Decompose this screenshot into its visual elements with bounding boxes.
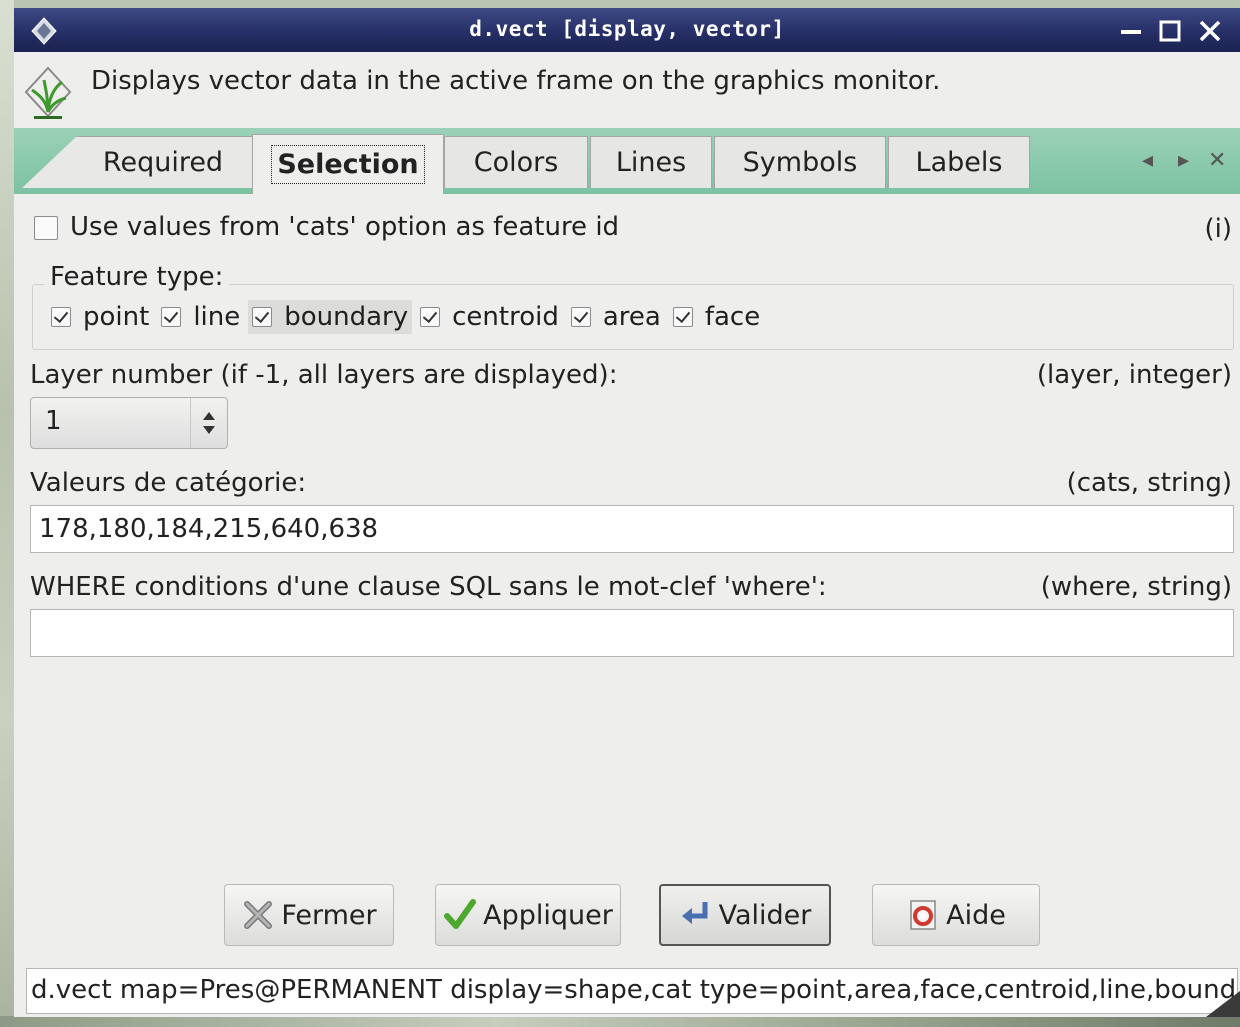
tab-lines[interactable]: Lines (590, 136, 712, 188)
tab-symbols-label: Symbols (742, 147, 858, 178)
layer-label: Layer number (if -1, all layers are disp… (30, 360, 618, 390)
cats-input[interactable] (30, 505, 1234, 553)
tab-lines-label: Lines (615, 147, 687, 178)
grass-logo-icon (24, 66, 72, 119)
close-button[interactable]: Fermer (224, 884, 394, 946)
resize-grip-icon[interactable] (1206, 991, 1240, 1017)
feature-type-line[interactable]: line (157, 300, 244, 334)
use-cats-row[interactable]: Use values from 'cats' option as feature… (34, 212, 619, 242)
tab-labels[interactable]: Labels (888, 136, 1030, 188)
module-description: Displays vector data in the active frame… (14, 52, 1240, 130)
tab-selection[interactable]: Selection (252, 134, 444, 194)
checkmark-icon (444, 899, 477, 929)
help-button[interactable]: Aide (872, 884, 1040, 946)
layer-type-tag: (layer, integer) (1036, 360, 1232, 390)
description-text: Displays vector data in the active frame… (91, 66, 941, 96)
close-button-label: Fermer (281, 899, 377, 931)
tab-required-label: Required (102, 147, 224, 178)
use-cats-checkbox[interactable] (34, 215, 58, 240)
maximize-icon[interactable] (1157, 18, 1183, 44)
tab-close-icon[interactable]: ✕ (1208, 148, 1226, 173)
feature-type-centroid[interactable]: centroid (416, 300, 563, 334)
where-input[interactable] (30, 609, 1234, 657)
boundary-checkbox[interactable] (252, 307, 273, 327)
face-label: face (704, 302, 761, 332)
close-x-icon (244, 901, 273, 929)
apply-button[interactable]: Appliquer (435, 884, 621, 946)
tab-required[interactable]: Required (22, 136, 254, 188)
face-checkbox[interactable] (672, 307, 693, 327)
area-label: area (602, 302, 661, 332)
tab-bar: Required Selection Colors Lines Symbols … (14, 128, 1240, 194)
boundary-label: boundary (284, 302, 409, 332)
layer-value: 1 (45, 406, 62, 436)
feature-type-area[interactable]: area (567, 300, 665, 334)
line-checkbox[interactable] (161, 307, 182, 327)
apply-button-label: Appliquer (483, 899, 613, 931)
tab-scroll-right-icon[interactable]: ▸ (1178, 148, 1189, 173)
help-button-label: Aide (946, 899, 1006, 931)
feature-type-checkboxes: point line boundary centroid area face (47, 300, 768, 334)
title-bar[interactable]: d.vect [display, vector] (14, 8, 1240, 52)
selection-panel: Use values from 'cats' option as feature… (14, 194, 1240, 884)
tab-colors[interactable]: Colors (444, 136, 588, 188)
layer-spinbox[interactable]: 1 (30, 397, 228, 449)
tab-scroll-left-icon[interactable]: ◂ (1142, 148, 1153, 173)
point-label: point (83, 302, 150, 332)
feature-type-face[interactable]: face (669, 300, 764, 334)
dialog-window: d.vect [display, vector] Displays vector… (14, 8, 1240, 1017)
cats-type-tag: (cats, string) (1066, 468, 1232, 498)
point-checkbox[interactable] (51, 307, 71, 327)
feature-type-point[interactable]: point (47, 300, 153, 334)
area-checkbox[interactable] (570, 307, 591, 327)
where-type-tag: (where, string) (1040, 572, 1232, 602)
use-cats-label: Use values from 'cats' option as feature… (70, 212, 620, 242)
spin-arrows-icon[interactable] (190, 398, 227, 448)
centroid-checkbox[interactable] (420, 307, 441, 327)
minimize-icon[interactable] (1118, 18, 1144, 44)
close-window-icon[interactable] (1197, 18, 1223, 44)
desktop-backdrop-bottom (0, 1016, 1240, 1027)
centroid-label: centroid (452, 302, 559, 332)
cats-label: Valeurs de catégorie: (30, 468, 307, 498)
tab-selection-label: Selection (271, 145, 425, 184)
info-tag: (i) (1204, 214, 1232, 244)
tab-labels-label: Labels (915, 147, 1003, 178)
tab-symbols[interactable]: Symbols (714, 136, 886, 188)
feature-type-boundary[interactable]: boundary (248, 300, 413, 334)
run-button-label: Valider (718, 899, 812, 931)
window-title: d.vect [display, vector] (469, 17, 785, 41)
desktop-backdrop-left (0, 0, 14, 1027)
line-label: line (193, 302, 241, 332)
tab-colors-label: Colors (473, 147, 559, 178)
enter-arrow-icon (681, 902, 708, 924)
command-line-output[interactable]: d.vect map=Pres@PERMANENT display=shape,… (26, 968, 1238, 1014)
where-label: WHERE conditions d'une clause SQL sans l… (30, 572, 827, 602)
run-button[interactable]: Valider (659, 884, 831, 946)
feature-type-legend: Feature type: (44, 262, 230, 292)
help-lifebuoy-icon (910, 900, 936, 930)
